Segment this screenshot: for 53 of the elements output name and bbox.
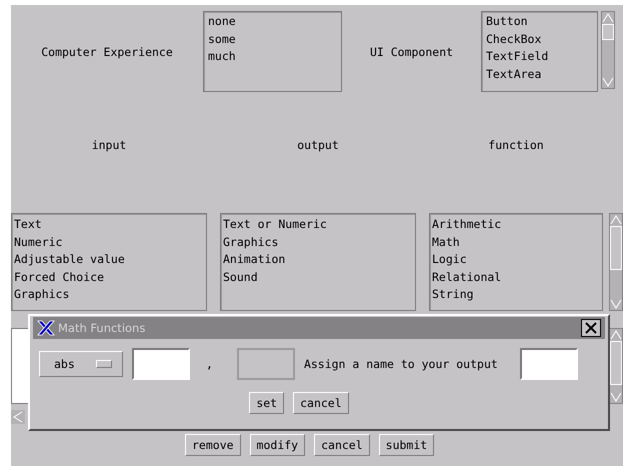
list-item[interactable]: TextField <box>486 48 593 66</box>
list-item[interactable]: CheckBox <box>486 30 593 48</box>
list-item[interactable]: Graphics <box>14 286 204 304</box>
column-heading: function <box>488 138 544 152</box>
experience-label: Computer Experience <box>40 44 174 58</box>
option-list[interactable]: Text or Numeric Graphics Animation Sound <box>220 213 416 311</box>
experience-list[interactable]: none some much <box>203 11 342 92</box>
list-item[interactable]: Button <box>486 13 593 30</box>
action-button[interactable]: remove <box>185 434 241 456</box>
vertical-scrollbar[interactable] <box>601 11 615 89</box>
action-button[interactable]: modify <box>250 434 306 456</box>
column-heading: input <box>92 138 126 152</box>
list-item[interactable]: String <box>432 286 600 304</box>
option-list[interactable]: Arithmetic Math Logic Relational String <box>429 213 603 311</box>
list-item[interactable]: none <box>208 13 337 30</box>
close-icon[interactable] <box>581 319 601 337</box>
list-item[interactable]: Adjustable value <box>14 251 204 268</box>
component-label: UI Component <box>368 44 454 58</box>
column-heading: output <box>297 138 339 152</box>
dialog-button[interactable]: set <box>249 392 284 414</box>
x-logo-icon <box>37 320 55 336</box>
scroll-thumb[interactable] <box>610 341 622 385</box>
list-item[interactable]: much <box>208 48 337 66</box>
list-item[interactable]: Numeric <box>14 234 204 251</box>
action-button[interactable]: submit <box>378 434 434 456</box>
list-item[interactable]: some <box>208 30 337 48</box>
list-item[interactable]: Text <box>14 216 204 234</box>
argument-field[interactable] <box>132 348 190 380</box>
function-menu[interactable]: abs <box>39 351 123 377</box>
list-item[interactable]: Arithmetic <box>432 216 600 234</box>
component-list[interactable]: Button CheckBox TextField TextArea <box>481 11 598 92</box>
dialog-button[interactable]: cancel <box>293 392 349 414</box>
list-item[interactable]: Math <box>432 234 600 251</box>
list-item[interactable]: Forced Choice <box>14 268 204 286</box>
output-name-field[interactable] <box>520 348 578 380</box>
scroll-thumb[interactable] <box>602 24 614 40</box>
scroll-thumb[interactable] <box>610 226 622 270</box>
action-button[interactable]: cancel <box>314 434 370 456</box>
list-item[interactable]: Animation <box>223 251 413 268</box>
list-item[interactable]: Graphics <box>223 234 413 251</box>
output-label: Assign a name to your output <box>304 357 498 371</box>
list-item[interactable]: Relational <box>432 268 600 286</box>
list-item[interactable]: Sound <box>223 268 413 286</box>
menu-indicator-icon <box>96 360 112 368</box>
option-list[interactable]: Text Numeric Adjustable value Forced Choice Graphics <box>11 213 207 311</box>
vertical-scrollbar[interactable] <box>609 328 623 404</box>
list-item[interactable]: TextArea <box>486 66 593 83</box>
dialog-title: Math Functions <box>58 321 146 335</box>
list-item[interactable]: Text or Numeric <box>223 216 413 234</box>
left-arrow-icon[interactable] <box>11 410 25 424</box>
vertical-scrollbar[interactable] <box>609 213 623 311</box>
separator-text: , <box>206 357 213 371</box>
list-item[interactable]: Logic <box>432 251 600 268</box>
